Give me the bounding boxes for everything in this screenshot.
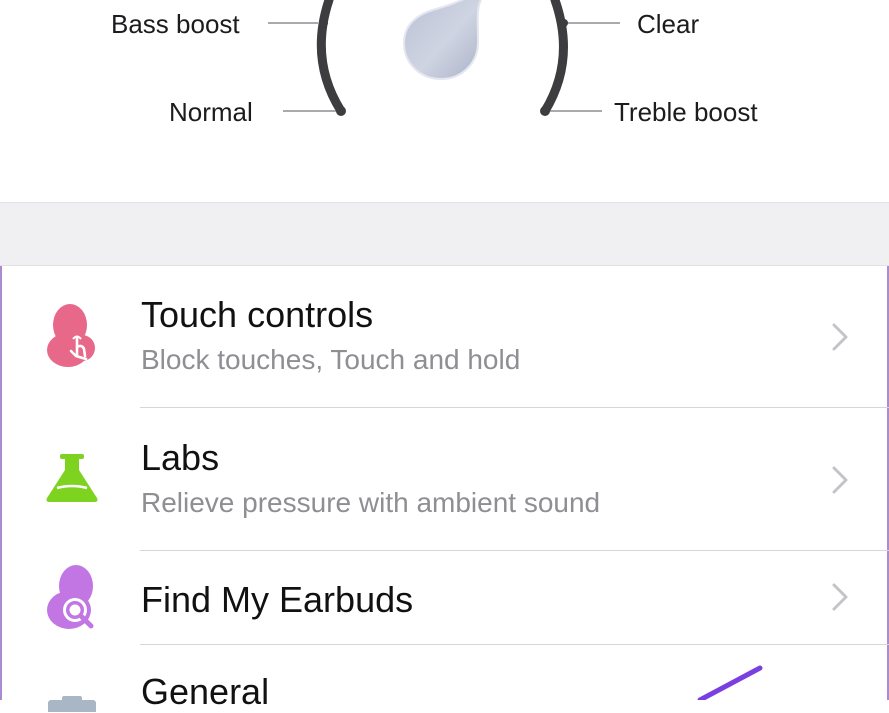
annotation-arrow	[697, 665, 763, 700]
